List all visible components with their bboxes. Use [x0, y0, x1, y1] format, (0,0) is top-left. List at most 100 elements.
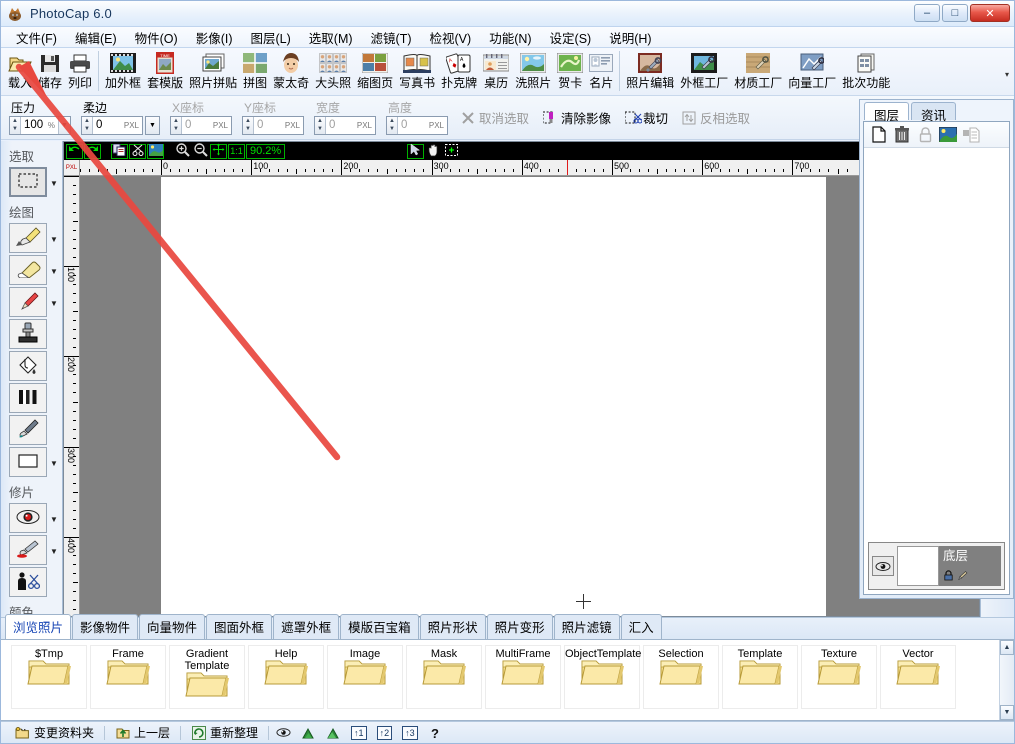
tool-flyout-caret-icon[interactable]: ▼ — [50, 515, 58, 524]
option-button-invert-selection[interactable]: 反相选取 — [675, 105, 757, 130]
zoom-in-button[interactable] — [174, 143, 191, 159]
option-value[interactable]: 0 — [93, 119, 124, 131]
browser-scrollbar[interactable]: ▲ ▼ — [999, 640, 1014, 720]
tool-eraser[interactable] — [9, 255, 47, 285]
folder-item[interactable]: Help — [248, 645, 324, 709]
option-button-clear-image[interactable]: 清除影像 — [536, 105, 618, 130]
minimize-button[interactable]: – — [914, 4, 940, 22]
copy-button[interactable] — [111, 143, 128, 159]
toolbar-button-photo-book[interactable]: 写真书 — [396, 49, 438, 95]
toolbar-button-printer[interactable]: 列印 — [65, 49, 95, 95]
option-spinner[interactable]: ▲ ▼ 0 PXL — [81, 115, 143, 135]
toolbar-button-greeting-card[interactable]: 贺卡 — [554, 49, 586, 95]
option-value[interactable]: 0 — [182, 119, 213, 131]
menu-settings[interactable]: 设定(S) — [541, 26, 601, 49]
eye-visibility-icon[interactable] — [872, 556, 894, 576]
spinner-arrows-icon[interactable]: ▲ ▼ — [387, 116, 398, 134]
status-icon-thumbnail-size-3[interactable]: ↑3 — [397, 724, 423, 742]
redo-button[interactable] — [84, 143, 101, 159]
status-button-change-folder[interactable]: 变更资料夹 — [7, 722, 102, 743]
menu-edit[interactable]: 编辑(E) — [66, 26, 126, 49]
status-icon-thumbnail-size-2[interactable]: ↑2 — [372, 724, 398, 742]
tool-blemish-heal[interactable] — [9, 535, 47, 565]
spinner-arrows-icon[interactable]: ▲ ▼ — [315, 116, 326, 134]
folder-item[interactable]: ObjectTemplate — [564, 645, 641, 709]
option-value[interactable]: 100 — [21, 119, 48, 131]
toolbar-overflow-button[interactable]: ▾ — [1002, 68, 1012, 80]
toolbar-button-floppy-save[interactable]: 储存 — [35, 49, 65, 95]
status-icon-sort-descending[interactable] — [321, 723, 346, 742]
new-layer-icon[interactable] — [870, 126, 888, 144]
bottom-tab-向量物件[interactable]: 向量物件 — [139, 614, 206, 639]
folder-item[interactable]: MultiFrame — [485, 645, 561, 709]
menu-function[interactable]: 功能(N) — [480, 26, 540, 49]
fit-to-screen-button[interactable] — [210, 143, 227, 159]
option-spinner[interactable]: ▲ ▼ 0 PXL — [314, 115, 376, 135]
layer-list[interactable] — [864, 149, 1009, 536]
zoom-level-display[interactable]: 90.2% — [246, 143, 286, 159]
folder-item[interactable]: $Tmp — [11, 645, 87, 709]
toolbar-button-photo-edit[interactable]: 照片编辑 — [623, 49, 677, 95]
tool-flyout-caret-icon[interactable]: ▼ — [50, 235, 58, 244]
cut-button[interactable] — [129, 143, 146, 159]
toolbar-button-frame-factory[interactable]: 外框工厂 — [677, 49, 731, 95]
bottom-tab-影像物件[interactable]: 影像物件 — [72, 614, 139, 639]
layer-image-icon[interactable] — [939, 126, 957, 144]
status-icon-thumbnail-size-1[interactable]: ↑1 — [346, 724, 372, 742]
menu-object[interactable]: 物件(O) — [126, 26, 187, 49]
folder-item[interactable]: Image — [327, 645, 403, 709]
toolbar-button-open-folder[interactable]: 载入 — [5, 49, 35, 95]
toolbar-button-contact-sheet[interactable]: 缩图页 — [354, 49, 396, 95]
chevron-down-icon[interactable]: ▼ — [58, 116, 70, 134]
option-value[interactable]: 0 — [398, 119, 429, 131]
menu-layer[interactable]: 图层(L) — [242, 26, 300, 49]
menu-filter[interactable]: 滤镜(T) — [362, 26, 421, 49]
folder-item[interactable]: Mask — [406, 645, 482, 709]
toolbar-button-add-frame[interactable]: 加外框 — [102, 49, 144, 95]
pan-mode-button[interactable] — [425, 143, 443, 159]
spinner-arrows-icon[interactable]: ▲ ▼ — [171, 116, 182, 134]
tool-rectangular-marquee[interactable] — [9, 167, 47, 197]
undo-button[interactable] — [66, 143, 83, 159]
tool-flyout-caret-icon[interactable]: ▼ — [50, 547, 58, 556]
status-icon-help-question[interactable]: ? — [423, 723, 448, 742]
tool-pencil[interactable] — [9, 287, 47, 317]
toolbar-button-id-photo[interactable]: 大头照 — [312, 49, 354, 95]
bottom-tab-模版百宝箱[interactable]: 模版百宝箱 — [340, 614, 419, 639]
folder-item[interactable]: Template — [722, 645, 798, 709]
toolbar-button-print-photo[interactable]: 洗照片 — [512, 49, 554, 95]
canvas-viewport[interactable] — [81, 177, 979, 616]
menu-help[interactable]: 说明(H) — [600, 26, 660, 49]
toolbar-button-vector-factory[interactable]: 向量工厂 — [785, 49, 839, 95]
select-mode-button[interactable] — [407, 143, 425, 159]
scroll-up-button[interactable]: ▲ — [1000, 640, 1014, 655]
menu-image[interactable]: 影像(I) — [187, 26, 242, 49]
toolbar-button-photo-collage[interactable]: 照片拼贴 — [186, 49, 240, 95]
actual-size-button[interactable]: 1:1 — [228, 143, 245, 159]
bottom-tab-遮罩外框[interactable]: 遮罩外框 — [273, 614, 340, 639]
option-spinner[interactable]: ▲ ▼ 0 PXL — [242, 115, 304, 135]
folder-item[interactable]: Gradient Template — [169, 645, 245, 709]
tool-red-eye-removal[interactable] — [9, 503, 47, 533]
spinner-arrows-icon[interactable]: ▲ ▼ — [82, 116, 93, 134]
chevron-down-icon[interactable]: ▼ — [145, 115, 160, 135]
folder-item[interactable]: Selection — [643, 645, 719, 709]
bottom-tab-照片滤镜[interactable]: 照片滤镜 — [553, 614, 620, 639]
tool-gradient[interactable] — [9, 383, 47, 413]
folder-item[interactable]: Frame — [90, 645, 166, 709]
bottom-tab-图面外框[interactable]: 图面外框 — [206, 614, 273, 639]
paste-button[interactable] — [147, 143, 164, 159]
delete-layer-icon[interactable] — [893, 126, 911, 144]
status-icon-sort-ascending[interactable] — [296, 723, 321, 742]
menu-file[interactable]: 文件(F) — [7, 26, 66, 49]
tool-paintbrush[interactable] — [9, 223, 47, 253]
tool-paint-bucket[interactable] — [9, 351, 47, 381]
status-icon-eye-preview[interactable] — [271, 723, 296, 742]
toolbar-button-apply-template[interactable]: TIME 套模版 — [144, 49, 186, 95]
close-button[interactable]: ✕ — [970, 4, 1010, 22]
tool-clone-stamp[interactable] — [9, 319, 47, 349]
tool-cutout-person[interactable] — [9, 567, 47, 597]
marquee-mode-button[interactable] — [443, 143, 461, 159]
option-spinner[interactable]: ▲ ▼ 100% ▼ — [9, 115, 71, 135]
toolbar-button-texture-factory[interactable]: 材质工厂 — [731, 49, 785, 95]
